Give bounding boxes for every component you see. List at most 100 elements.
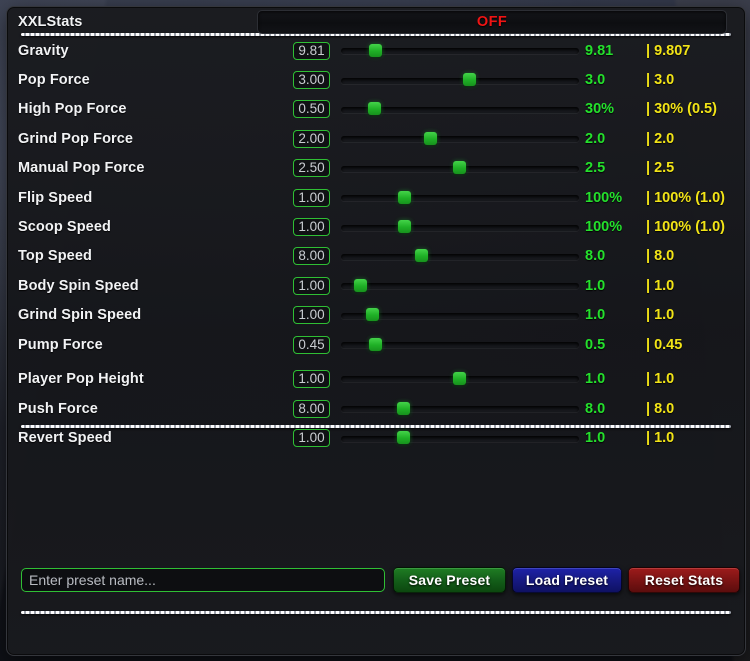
stat-slider[interactable] [341,100,579,118]
stat-row: Grind Spin Speed 1.0 | 1.0 [7,301,745,330]
slider-thumb[interactable] [396,431,410,445]
stat-default-value: | 2.5 [646,160,675,177]
slider-thumb[interactable] [397,190,411,204]
divider-bottom [7,611,745,614]
slider-thumb[interactable] [423,131,437,145]
stat-current-value: 1.0 [585,277,606,294]
stat-value-input[interactable] [293,429,330,448]
stat-current-value: 3.0 [585,72,606,89]
stat-row: Manual Pop Force 2.5 | 2.5 [7,154,745,183]
stat-default-value: | 1.0 [646,430,675,447]
main-stat-rows: Gravity 9.81 | 9.807 Pop Force 3.0 | 3.0 High … [7,36,745,359]
stat-row: Grind Pop Force 2.0 | 2.0 [7,124,745,153]
stat-default-value: | 1.0 [646,307,675,324]
stat-row: Body Spin Speed 1.0 | 1.0 [7,271,745,300]
stat-current-value: 1.0 [585,430,606,447]
stat-value-input[interactable] [293,41,330,60]
stat-current-value: 9.81 [585,42,614,59]
stat-value-input[interactable] [293,335,330,354]
stat-current-value: 8.0 [585,248,606,265]
slider-thumb[interactable] [396,401,410,415]
xxlstats-window: XXLStats OFF Gravity 9.81 | 9.807 Pop Force… [6,6,746,656]
slider-track [341,283,579,290]
stat-label: Grind Pop Force [18,130,134,147]
stat-label: Revert Speed [18,430,112,447]
stat-row: High Pop Force 30% | 30% (0.5) [7,95,745,124]
stat-slider[interactable] [341,159,579,177]
stat-current-value: 0.5 [585,336,606,353]
main-stats-panel: XXLStats OFF Gravity 9.81 | 9.807 Pop Force… [7,7,745,364]
xxlstats-toggle[interactable]: OFF [257,10,727,34]
stat-slider[interactable] [341,71,579,89]
stat-value-input[interactable] [293,369,330,388]
stat-slider[interactable] [341,277,579,295]
stat-slider[interactable] [341,400,579,418]
save-preset-button[interactable]: Save Preset [393,567,506,593]
slider-thumb[interactable] [397,220,411,234]
slider-thumb[interactable] [452,371,466,385]
stat-default-value: | 9.807 [646,42,691,59]
stat-current-value: 2.0 [585,130,606,147]
xxlstats-toggle-label: XXLStats [18,13,83,30]
stat-label: Pump Force [18,336,103,353]
slider-thumb[interactable] [366,308,380,322]
slider-thumb[interactable] [367,102,381,116]
stat-value-input[interactable] [293,159,330,178]
stat-row: Scoop Speed 100% | 100% (1.0) [7,212,745,241]
stat-label: Grind Spin Speed [18,307,142,324]
stat-label: Player Pop Height [18,370,144,387]
stat-row: Revert Speed 1.0 | 1.0 [7,424,745,454]
app-root: XXLStats OFF Gravity 9.81 | 9.807 Pop Force… [0,0,750,661]
stat-default-value: | 1.0 [646,277,675,294]
slider-thumb[interactable] [368,337,382,351]
stat-value-input[interactable] [293,276,330,295]
load-preset-button[interactable]: Load Preset [512,567,622,593]
stat-slider[interactable] [341,370,579,388]
preset-bar: Save Preset Load Preset Reset Stats [7,563,745,597]
slider-thumb[interactable] [452,161,466,175]
stat-default-value: | 1.0 [646,370,675,387]
slider-track [341,253,579,260]
stat-current-value: 100% [585,219,623,236]
slider-thumb[interactable] [415,249,429,263]
stat-value-input[interactable] [293,188,330,207]
stat-slider[interactable] [341,218,579,236]
stat-slider[interactable] [341,247,579,265]
stat-label: Manual Pop Force [18,160,145,177]
stat-label: Scoop Speed [18,219,111,236]
stat-row: Flip Speed 100% | 100% (1.0) [7,183,745,212]
stat-value-input[interactable] [293,71,330,90]
stat-slider[interactable] [341,429,579,447]
xxlstats-toggle-state: OFF [476,14,508,30]
stat-current-value: 1.0 [585,307,606,324]
slider-track [341,195,579,202]
slider-thumb[interactable] [353,278,367,292]
stat-current-value: 8.0 [585,400,606,417]
stat-value-input[interactable] [293,100,330,119]
stat-default-value: | 2.0 [646,130,675,147]
stat-slider[interactable] [341,189,579,207]
reset-stats-button[interactable]: Reset Stats [628,567,740,593]
stat-slider[interactable] [341,42,579,60]
stat-label: Top Speed [18,248,92,265]
stat-label: Body Spin Speed [18,277,139,294]
stat-value-input[interactable] [293,129,330,148]
stat-row: Push Force 8.0 | 8.0 [7,394,745,424]
stat-slider[interactable] [341,306,579,324]
stat-slider[interactable] [341,336,579,354]
preset-name-input[interactable] [21,568,385,592]
slider-thumb[interactable] [368,43,382,57]
stat-row: Pump Force 0.5 | 0.45 [7,330,745,359]
stat-label: Pop Force [18,72,90,89]
stat-value-input[interactable] [293,306,330,325]
stat-default-value: | 100% (1.0) [646,189,726,206]
slider-thumb[interactable] [463,73,477,87]
stat-label: Gravity [18,42,69,59]
stat-label: Flip Speed [18,189,93,206]
stat-value-input[interactable] [293,399,330,418]
stat-default-value: | 0.45 [646,336,683,353]
stat-default-value: | 30% (0.5) [646,101,717,118]
stat-value-input[interactable] [293,247,330,266]
stat-value-input[interactable] [293,218,330,237]
stat-slider[interactable] [341,130,579,148]
